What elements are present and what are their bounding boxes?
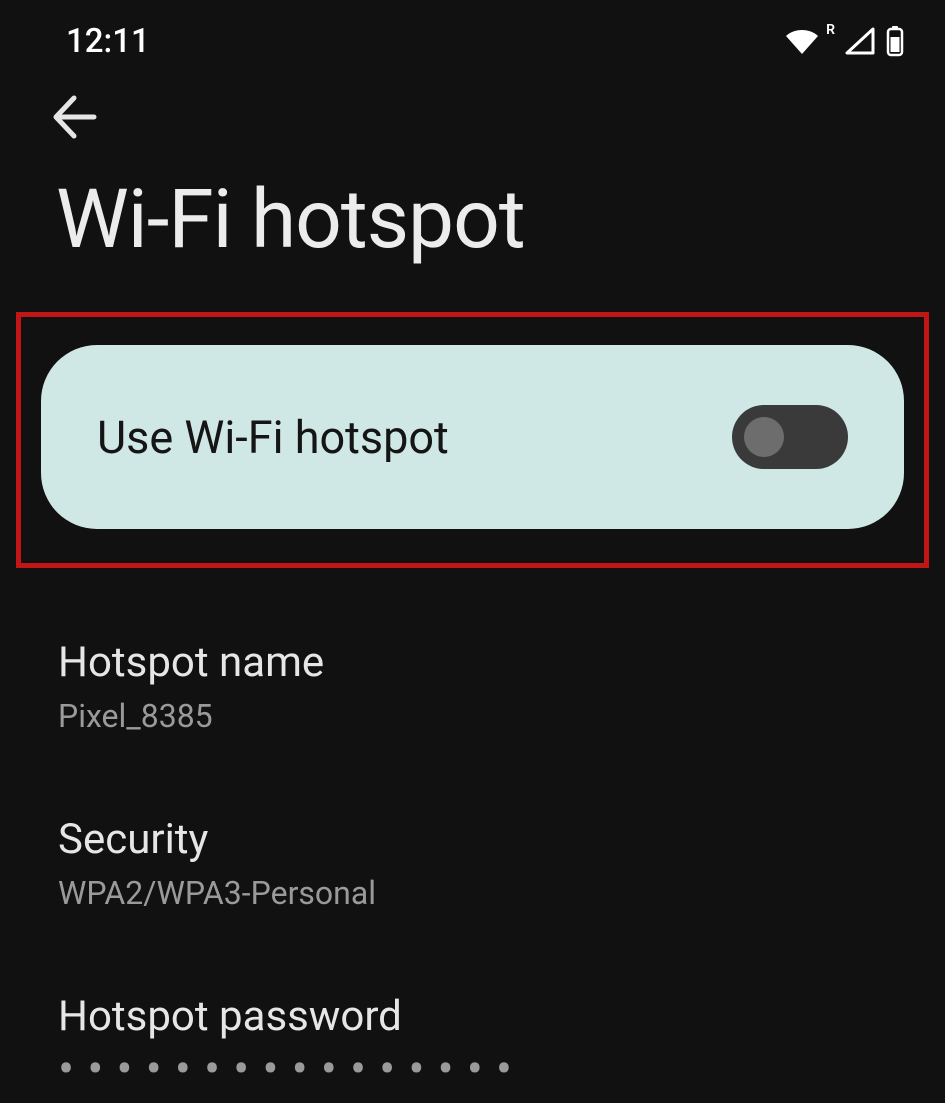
- wifi-icon: [784, 27, 820, 55]
- toggle-switch[interactable]: [732, 405, 848, 469]
- back-row: [0, 70, 945, 146]
- use-wifi-hotspot-label: Use Wi-Fi hotspot: [97, 411, 449, 464]
- use-wifi-hotspot-toggle[interactable]: Use Wi-Fi hotspot: [41, 345, 904, 529]
- page-title: Wi-Fi hotspot: [0, 146, 945, 312]
- security-item[interactable]: Security WPA2/WPA3-Personal: [58, 793, 889, 936]
- hotspot-name-item[interactable]: Hotspot name Pixel_8385: [58, 616, 889, 759]
- status-time: 12:11: [66, 22, 150, 61]
- status-bar: 12:11 R: [0, 0, 945, 70]
- back-arrow-icon[interactable]: [44, 88, 945, 146]
- hotspot-name-value: Pixel_8385: [58, 697, 889, 735]
- hotspot-password-item[interactable]: Hotspot password ••••••••••••••••: [58, 970, 889, 1103]
- security-title: Security: [58, 815, 889, 864]
- hotspot-name-title: Hotspot name: [58, 638, 889, 687]
- highlighted-toggle-section: Use Wi-Fi hotspot: [16, 312, 929, 568]
- battery-icon: [885, 25, 905, 57]
- security-value: WPA2/WPA3-Personal: [58, 874, 889, 912]
- status-icons: R: [784, 25, 905, 57]
- settings-list: Hotspot name Pixel_8385 Security WPA2/WP…: [0, 568, 945, 1103]
- roaming-indicator: R: [826, 22, 835, 38]
- toggle-switch-thumb: [744, 417, 784, 457]
- hotspot-password-title: Hotspot password: [58, 992, 889, 1041]
- hotspot-password-value: ••••••••••••••••: [58, 1059, 889, 1079]
- signal-icon: [845, 27, 875, 55]
